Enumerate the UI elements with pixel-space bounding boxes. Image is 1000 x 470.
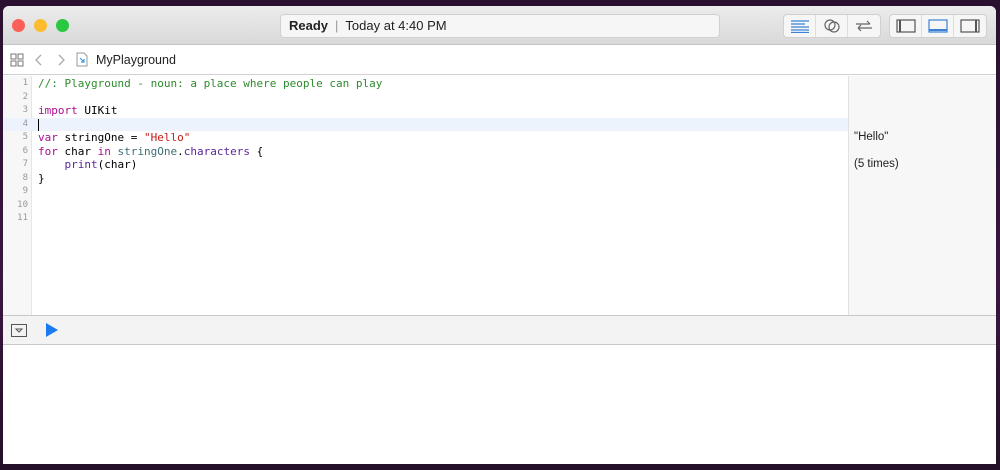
venn-circles-icon (823, 19, 840, 33)
status-text: Ready (289, 18, 329, 33)
activity-status: Ready | Today at 4:40 PM (280, 14, 720, 38)
code-text: } (38, 172, 45, 186)
bottom-panel-icon (927, 19, 948, 33)
text-cursor (38, 118, 39, 131)
forward-chevron-icon[interactable] (54, 53, 68, 67)
toggle-utilities-button[interactable] (954, 15, 986, 37)
close-button[interactable] (12, 19, 25, 32)
inline-result[interactable]: "Hello" (854, 131, 888, 145)
hide-debug-area-icon[interactable] (11, 323, 27, 337)
console-output (3, 346, 996, 464)
related-items-icon[interactable] (10, 53, 24, 67)
line-number: 9 (22, 186, 28, 196)
code-token: . (177, 144, 184, 158)
line-number: 7 (22, 159, 28, 169)
code-line[interactable]: 9 (3, 185, 996, 199)
line-number: 3 (22, 105, 28, 115)
line-number: 6 (22, 145, 28, 156)
status-timestamp: Today at 4:40 PM (345, 18, 447, 33)
code-token: "Hello" (143, 131, 191, 144)
line-number: 4 (22, 118, 28, 129)
toggle-navigator-button[interactable] (890, 15, 922, 37)
code-token: (char) (97, 158, 138, 171)
code-token: //: Playground - noun: a place where peo… (38, 77, 383, 90)
code-text: for char in stringOne.characters { (38, 145, 263, 159)
code-text: //: Playground - noun: a place where peo… (38, 77, 382, 91)
playground-file-icon (76, 52, 88, 67)
jump-bar: MyPlayground (3, 45, 996, 75)
line-number: 8 (22, 172, 28, 183)
code-token: } (38, 171, 45, 185)
assistant-editor-button[interactable] (816, 15, 848, 37)
code-token: stringOne (117, 144, 178, 158)
run-play-icon[interactable] (45, 323, 59, 337)
code-token: characters (183, 144, 250, 158)
debug-bar (3, 316, 996, 345)
line-number: 2 (22, 91, 28, 102)
zoom-button[interactable] (56, 19, 69, 32)
code-line[interactable]: 4 (3, 117, 848, 132)
panel-toggle-group (889, 14, 987, 38)
arrows-icon (856, 20, 872, 32)
right-panel-icon (960, 19, 980, 33)
code-token: for (38, 144, 58, 158)
code-editor[interactable]: 1 //: Playground - noun: a place where pe… (3, 76, 996, 316)
code-line[interactable]: 10 (3, 199, 996, 213)
code-token: in (97, 144, 111, 158)
code-token: { (249, 144, 264, 158)
code-token: import (38, 104, 78, 117)
code-line[interactable]: 8} (3, 172, 996, 186)
minimize-button[interactable] (34, 19, 47, 32)
toggle-debug-area-button[interactable] (922, 15, 954, 37)
version-editor-button[interactable] (848, 15, 880, 37)
code-token: var (38, 131, 58, 144)
code-line[interactable]: 11 (3, 212, 996, 226)
back-chevron-icon[interactable] (32, 53, 46, 67)
title-bar: Ready | Today at 4:40 PM (3, 6, 996, 45)
code-text (38, 118, 39, 132)
code-token: print (64, 158, 98, 171)
line-number: 10 (17, 199, 28, 210)
lines-icon (790, 20, 809, 33)
code-line[interactable]: 7 print(char) (5 times) (3, 158, 996, 172)
breadcrumb-file[interactable]: MyPlayground (96, 53, 176, 67)
line-number: 11 (17, 213, 28, 223)
code-text: print(char) (38, 158, 138, 172)
code-token: UIKit (77, 104, 118, 117)
editor-mode-group (783, 14, 881, 38)
code-text: import UIKit (38, 104, 118, 118)
code-line[interactable]: 6 for char in stringOne.characters { (3, 145, 996, 159)
code-line[interactable]: 2 (3, 91, 996, 105)
standard-editor-button[interactable] (784, 15, 816, 37)
left-panel-icon (895, 19, 916, 33)
code-token: char (57, 144, 98, 158)
code-text: var stringOne = "Hello" (38, 131, 190, 145)
inline-result[interactable]: (5 times) (854, 158, 899, 172)
status-separator: | (335, 18, 339, 33)
code-line[interactable]: 5 var stringOne = "Hello" "Hello" (3, 131, 996, 145)
code-line[interactable]: 1 //: Playground - noun: a place where pe… (3, 77, 996, 91)
playground-window: Ready | Today at 4:40 PM MyPlayground 1 //:… (3, 6, 996, 464)
code-token: stringOne = (57, 131, 144, 144)
line-number: 5 (22, 132, 28, 142)
line-number: 1 (22, 78, 28, 88)
code-line[interactable]: 3 import UIKit (3, 104, 996, 118)
